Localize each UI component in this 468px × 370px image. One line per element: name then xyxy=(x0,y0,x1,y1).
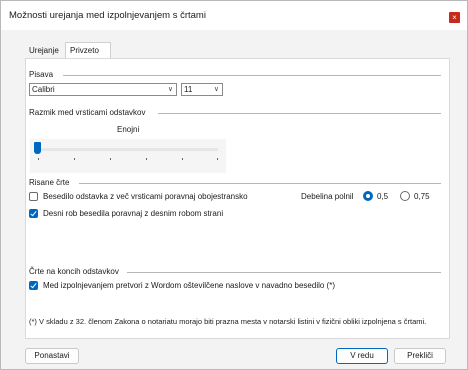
lines-group-divider xyxy=(79,183,441,184)
font-group-divider xyxy=(63,75,441,76)
paragraph-end-group-divider xyxy=(127,272,441,273)
font-size-value: 11 xyxy=(184,85,193,94)
spacing-group-label: Razmik med vrsticami odstavkov xyxy=(29,108,146,117)
slider-value-label: Enojni xyxy=(117,125,140,134)
tab-privzeto[interactable]: Privzeto xyxy=(65,42,111,59)
thickness-radio-075[interactable] xyxy=(400,191,410,201)
slider-tick xyxy=(74,158,75,160)
slider-tick xyxy=(38,158,39,160)
chevron-down-icon: ∨ xyxy=(167,86,173,93)
reset-button[interactable]: Ponastavi xyxy=(25,348,79,364)
paragraph-end-group-label: Črte na koncih odstavkov xyxy=(29,267,119,276)
tab-urejanje[interactable]: Urejanje xyxy=(27,43,65,59)
slider-thumb[interactable] xyxy=(34,142,41,154)
dialog-window: Možnosti urejanja med izpolnjevanjem s č… xyxy=(0,0,468,370)
cancel-button[interactable]: Prekliči xyxy=(394,348,446,364)
slider-tick xyxy=(182,158,183,160)
title-bar[interactable]: Možnosti urejanja med izpolnjevanjem s č… xyxy=(1,1,467,30)
thickness-option-05-label[interactable]: 0,5 xyxy=(377,192,388,201)
justify-paragraph-checkbox[interactable] xyxy=(29,192,38,201)
slider-tick xyxy=(217,158,218,160)
close-icon[interactable]: × xyxy=(449,12,460,23)
footnote-text: (*) V skladu z 32. členom Zakona o notar… xyxy=(29,317,427,326)
slider-track[interactable] xyxy=(38,148,218,151)
thickness-option-075-label[interactable]: 0,75 xyxy=(414,192,430,201)
ok-button[interactable]: V redu xyxy=(336,348,388,364)
spacing-group-divider xyxy=(158,113,441,114)
slider-tick xyxy=(146,158,147,160)
convert-headings-checkbox[interactable] xyxy=(29,281,38,290)
convert-headings-label[interactable]: Med izpolnjevanjem pretvori z Wordom ošt… xyxy=(43,281,335,290)
font-family-value: Calibri xyxy=(32,85,55,94)
lines-group-label: Risane črte xyxy=(29,178,70,187)
slider-tick xyxy=(110,158,111,160)
line-spacing-slider[interactable] xyxy=(30,139,226,173)
thickness-label: Debelina polnil xyxy=(301,192,354,201)
font-size-select[interactable]: 11 ∨ xyxy=(181,83,223,96)
thickness-radio-05[interactable] xyxy=(363,191,373,201)
right-edge-align-label[interactable]: Desni rob besedila poravnaj z desnim rob… xyxy=(43,209,223,218)
window-title: Možnosti urejanja med izpolnjevanjem s č… xyxy=(9,10,206,21)
font-group-label: Pisava xyxy=(29,70,54,79)
justify-paragraph-label[interactable]: Besedilo odstavka z več vrsticami poravn… xyxy=(43,192,248,201)
chevron-down-icon: ∨ xyxy=(213,86,219,93)
font-family-select[interactable]: Calibri ∨ xyxy=(29,83,177,96)
right-edge-align-checkbox[interactable] xyxy=(29,209,38,218)
